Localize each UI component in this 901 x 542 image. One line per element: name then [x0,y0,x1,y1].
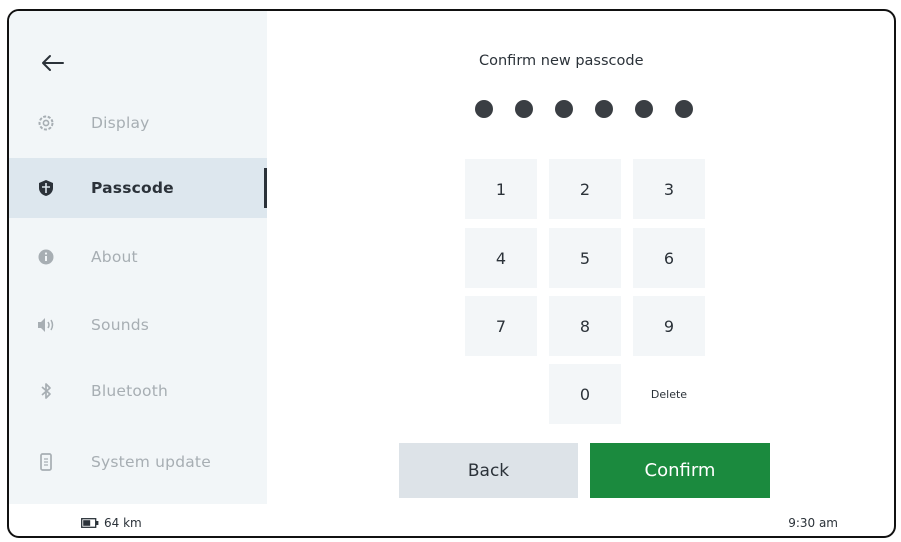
active-indicator [264,168,267,208]
delete-button[interactable]: Delete [633,364,705,424]
key-4[interactable]: 4 [465,228,537,288]
passcode-dot [595,100,613,118]
gear-icon [36,113,56,133]
passcode-dots [475,100,707,120]
sidebar-item-about[interactable]: About [9,227,267,287]
battery-icon [81,518,99,528]
key-9[interactable]: 9 [633,296,705,356]
passcode-dot [515,100,533,118]
key-8[interactable]: 8 [549,296,621,356]
passcode-dot [675,100,693,118]
key-6[interactable]: 6 [633,228,705,288]
key-5[interactable]: 5 [549,228,621,288]
bluetooth-icon [36,381,56,401]
clock: 9:30 am [788,516,838,530]
device-screen: Display Passcode About Sounds Bluetooth … [7,9,896,538]
speaker-icon [36,315,56,335]
key-3[interactable]: 3 [633,159,705,219]
key-2[interactable]: 2 [549,159,621,219]
shield-icon [36,178,56,198]
sidebar-item-bluetooth[interactable]: Bluetooth [9,361,267,421]
sidebar-item-label: Passcode [91,179,174,197]
passcode-dot [475,100,493,118]
back-button[interactable]: Back [399,443,578,498]
sidebar-item-label: Bluetooth [91,382,169,400]
phone-update-icon [36,452,56,472]
passcode-dot [555,100,573,118]
sidebar-item-label: Sounds [91,316,150,334]
key-0[interactable]: 0 [549,364,621,424]
sidebar-item-system-update[interactable]: System update [9,432,267,492]
confirm-button[interactable]: Confirm [590,443,770,498]
range-value: 64 km [104,516,142,530]
sidebar-item-passcode[interactable]: Passcode [9,158,267,218]
range-indicator: 64 km [81,516,142,530]
page-title: Confirm new passcode [479,53,644,69]
passcode-dot [635,100,653,118]
sidebar-item-label: Display [91,114,150,132]
sidebar-item-display[interactable]: Display [9,93,267,153]
arrow-left-icon[interactable] [39,53,65,73]
sidebar-item-label: About [91,248,138,266]
key-1[interactable]: 1 [465,159,537,219]
key-7[interactable]: 7 [465,296,537,356]
sidebar-item-sounds[interactable]: Sounds [9,295,267,355]
settings-sidebar: Display Passcode About Sounds Bluetooth … [9,11,267,504]
info-circle-icon [36,247,56,267]
sidebar-item-label: System update [91,453,211,471]
